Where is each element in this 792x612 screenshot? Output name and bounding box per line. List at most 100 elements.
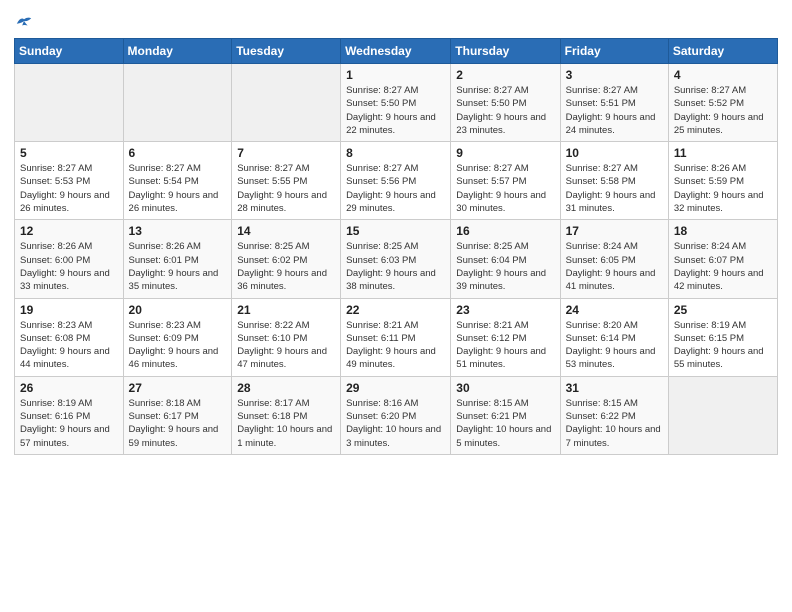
calendar-cell: 14 Sunrise: 8:25 AM Sunset: 6:02 PM Dayli…	[232, 220, 341, 298]
day-info: Sunrise: 8:27 AM Sunset: 5:58 PM Dayligh…	[566, 162, 663, 215]
day-info: Sunrise: 8:27 AM Sunset: 5:56 PM Dayligh…	[346, 162, 445, 215]
calendar-cell: 24Sunrise: 8:20 AM Sunset: 6:14 PM Dayli…	[560, 298, 668, 376]
day-number: 6	[129, 146, 227, 160]
day-info: Sunrise: 8:27 AM Sunset: 5:53 PM Dayligh…	[20, 162, 118, 215]
day-number: 13	[129, 224, 227, 238]
calendar-week-row: 26 Sunrise: 8:19 AM Sunset: 6:16 PM Dayli…	[15, 376, 778, 454]
calendar-cell: 13 Sunrise: 8:26 AM Sunset: 6:01 PM Dayli…	[123, 220, 232, 298]
day-info: Sunrise: 8:17 AM Sunset: 6:18 PM Dayligh…	[237, 397, 335, 450]
calendar-cell: 4 Sunrise: 8:27 AM Sunset: 5:52 PM Daylig…	[668, 64, 777, 142]
calendar-week-row: 12 Sunrise: 8:26 AM Sunset: 6:00 PM Dayli…	[15, 220, 778, 298]
day-number: 31	[566, 381, 663, 395]
day-info: Sunrise: 8:24 AM Sunset: 6:05 PM Dayligh…	[566, 240, 663, 293]
logo-bird-icon	[15, 14, 33, 28]
day-info: Sunrise: 8:26 AM Sunset: 6:00 PM Dayligh…	[20, 240, 118, 293]
calendar-cell	[668, 376, 777, 454]
day-info: Sunrise: 8:25 AM Sunset: 6:03 PM Dayligh…	[346, 240, 445, 293]
calendar-cell: 25Sunrise: 8:19 AM Sunset: 6:15 PM Dayli…	[668, 298, 777, 376]
calendar-table: SundayMondayTuesdayWednesdayThursdayFrid…	[14, 38, 778, 455]
day-info: Sunrise: 8:23 AM Sunset: 6:09 PM Dayligh…	[129, 319, 227, 372]
day-info: Sunrise: 8:19 AM Sunset: 6:16 PM Dayligh…	[20, 397, 118, 450]
day-number: 29	[346, 381, 445, 395]
day-number: 26	[20, 381, 118, 395]
day-number: 16	[456, 224, 554, 238]
calendar-cell: 22 Sunrise: 8:21 AM Sunset: 6:11 PM Dayli…	[341, 298, 451, 376]
day-info: Sunrise: 8:27 AM Sunset: 5:54 PM Dayligh…	[129, 162, 227, 215]
day-info: Sunrise: 8:26 AM Sunset: 5:59 PM Dayligh…	[674, 162, 772, 215]
day-number: 22	[346, 303, 445, 317]
calendar-cell: 23 Sunrise: 8:21 AM Sunset: 6:12 PM Dayli…	[451, 298, 560, 376]
day-info: Sunrise: 8:16 AM Sunset: 6:20 PM Dayligh…	[346, 397, 445, 450]
weekday-header-tuesday: Tuesday	[232, 39, 341, 64]
day-info: Sunrise: 8:25 AM Sunset: 6:02 PM Dayligh…	[237, 240, 335, 293]
day-number: 7	[237, 146, 335, 160]
day-info: Sunrise: 8:27 AM Sunset: 5:52 PM Dayligh…	[674, 84, 772, 137]
day-number: 20	[129, 303, 227, 317]
calendar-cell: 9 Sunrise: 8:27 AM Sunset: 5:57 PM Daylig…	[451, 142, 560, 220]
day-number: 19	[20, 303, 118, 317]
day-info: Sunrise: 8:18 AM Sunset: 6:17 PM Dayligh…	[129, 397, 227, 450]
calendar-cell	[123, 64, 232, 142]
day-number: 14	[237, 224, 335, 238]
page: SundayMondayTuesdayWednesdayThursdayFrid…	[0, 0, 792, 612]
day-number: 30	[456, 381, 554, 395]
day-info: Sunrise: 8:27 AM Sunset: 5:50 PM Dayligh…	[456, 84, 554, 137]
calendar-cell: 7 Sunrise: 8:27 AM Sunset: 5:55 PM Daylig…	[232, 142, 341, 220]
calendar-cell: 6 Sunrise: 8:27 AM Sunset: 5:54 PM Daylig…	[123, 142, 232, 220]
day-number: 21	[237, 303, 335, 317]
day-info: Sunrise: 8:24 AM Sunset: 6:07 PM Dayligh…	[674, 240, 772, 293]
day-info: Sunrise: 8:23 AM Sunset: 6:08 PM Dayligh…	[20, 319, 118, 372]
day-number: 18	[674, 224, 772, 238]
day-number: 12	[20, 224, 118, 238]
calendar-cell: 31Sunrise: 8:15 AM Sunset: 6:22 PM Dayli…	[560, 376, 668, 454]
day-number: 1	[346, 68, 445, 82]
day-number: 11	[674, 146, 772, 160]
calendar-cell: 28 Sunrise: 8:17 AM Sunset: 6:18 PM Dayli…	[232, 376, 341, 454]
day-info: Sunrise: 8:19 AM Sunset: 6:15 PM Dayligh…	[674, 319, 772, 372]
calendar-week-row: 19 Sunrise: 8:23 AM Sunset: 6:08 PM Dayli…	[15, 298, 778, 376]
calendar-cell	[15, 64, 124, 142]
weekday-header-monday: Monday	[123, 39, 232, 64]
header	[14, 10, 778, 30]
calendar-cell: 17Sunrise: 8:24 AM Sunset: 6:05 PM Dayli…	[560, 220, 668, 298]
calendar-cell: 3Sunrise: 8:27 AM Sunset: 5:51 PM Daylig…	[560, 64, 668, 142]
day-info: Sunrise: 8:27 AM Sunset: 5:55 PM Dayligh…	[237, 162, 335, 215]
day-info: Sunrise: 8:21 AM Sunset: 6:11 PM Dayligh…	[346, 319, 445, 372]
calendar-cell: 30 Sunrise: 8:15 AM Sunset: 6:21 PM Dayli…	[451, 376, 560, 454]
weekday-header-sunday: Sunday	[15, 39, 124, 64]
calendar-cell: 29 Sunrise: 8:16 AM Sunset: 6:20 PM Dayli…	[341, 376, 451, 454]
calendar-cell: 16Sunrise: 8:25 AM Sunset: 6:04 PM Dayli…	[451, 220, 560, 298]
day-info: Sunrise: 8:27 AM Sunset: 5:50 PM Dayligh…	[346, 84, 445, 137]
calendar-cell: 12 Sunrise: 8:26 AM Sunset: 6:00 PM Dayli…	[15, 220, 124, 298]
calendar-cell: 10 Sunrise: 8:27 AM Sunset: 5:58 PM Dayli…	[560, 142, 668, 220]
day-info: Sunrise: 8:21 AM Sunset: 6:12 PM Dayligh…	[456, 319, 554, 372]
calendar-cell: 5Sunrise: 8:27 AM Sunset: 5:53 PM Daylig…	[15, 142, 124, 220]
calendar-cell	[232, 64, 341, 142]
day-number: 15	[346, 224, 445, 238]
day-number: 28	[237, 381, 335, 395]
day-number: 23	[456, 303, 554, 317]
calendar-week-row: 1 Sunrise: 8:27 AM Sunset: 5:50 PM Daylig…	[15, 64, 778, 142]
day-number: 24	[566, 303, 663, 317]
day-number: 4	[674, 68, 772, 82]
weekday-header-saturday: Saturday	[668, 39, 777, 64]
calendar-cell: 8 Sunrise: 8:27 AM Sunset: 5:56 PM Daylig…	[341, 142, 451, 220]
day-number: 9	[456, 146, 554, 160]
day-number: 27	[129, 381, 227, 395]
calendar-cell: 21Sunrise: 8:22 AM Sunset: 6:10 PM Dayli…	[232, 298, 341, 376]
day-info: Sunrise: 8:27 AM Sunset: 5:51 PM Dayligh…	[566, 84, 663, 137]
day-info: Sunrise: 8:27 AM Sunset: 5:57 PM Dayligh…	[456, 162, 554, 215]
day-number: 10	[566, 146, 663, 160]
calendar-cell: 2 Sunrise: 8:27 AM Sunset: 5:50 PM Daylig…	[451, 64, 560, 142]
day-info: Sunrise: 8:15 AM Sunset: 6:21 PM Dayligh…	[456, 397, 554, 450]
day-number: 2	[456, 68, 554, 82]
weekday-header-wednesday: Wednesday	[341, 39, 451, 64]
calendar-header-row: SundayMondayTuesdayWednesdayThursdayFrid…	[15, 39, 778, 64]
calendar-cell: 26 Sunrise: 8:19 AM Sunset: 6:16 PM Dayli…	[15, 376, 124, 454]
calendar-cell: 15 Sunrise: 8:25 AM Sunset: 6:03 PM Dayli…	[341, 220, 451, 298]
calendar-cell: 20 Sunrise: 8:23 AM Sunset: 6:09 PM Dayli…	[123, 298, 232, 376]
day-info: Sunrise: 8:26 AM Sunset: 6:01 PM Dayligh…	[129, 240, 227, 293]
day-number: 8	[346, 146, 445, 160]
calendar-cell: 1 Sunrise: 8:27 AM Sunset: 5:50 PM Daylig…	[341, 64, 451, 142]
calendar-week-row: 5Sunrise: 8:27 AM Sunset: 5:53 PM Daylig…	[15, 142, 778, 220]
